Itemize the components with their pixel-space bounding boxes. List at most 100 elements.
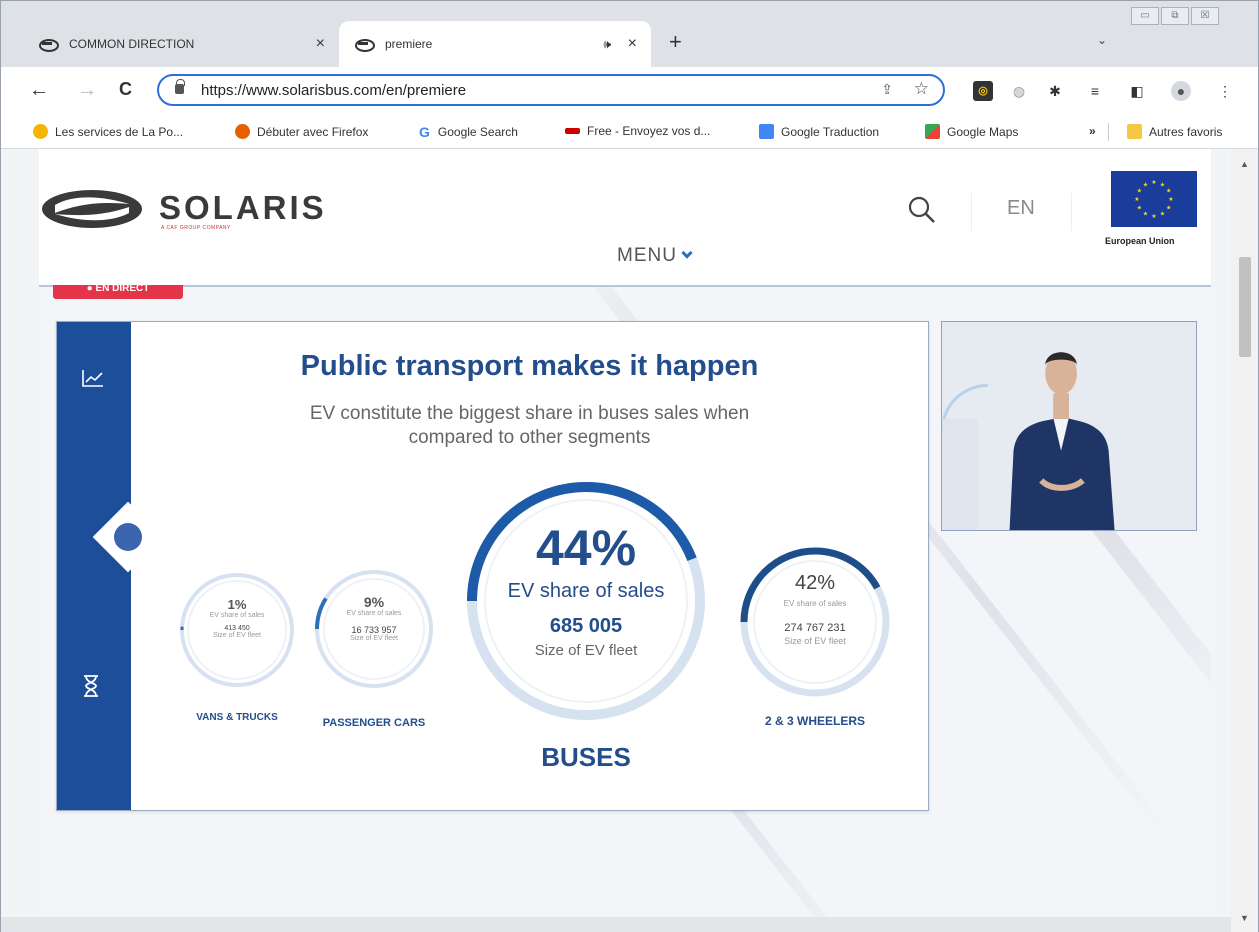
google-icon: G (419, 124, 430, 140)
segment-stats-vans: 1% EV share of sales 413 450 Size of EV … (179, 597, 295, 639)
bookmarks-overflow-button[interactable]: » (1089, 124, 1096, 138)
scrollbar-thumb[interactable] (1239, 257, 1251, 357)
lock-icon[interactable] (175, 79, 185, 94)
eu-flag-icon: ★★★★★★★★★ ★ ★★ (1111, 171, 1197, 227)
bookmarks-bar: Les services de La Po... Débuter avec Fi… (1, 115, 1258, 149)
profile-icon[interactable]: ● (1171, 81, 1191, 101)
laposte-icon (33, 124, 48, 139)
restore-button[interactable]: ⧉ (1161, 7, 1189, 25)
web-page: SOLARIS A CAF GROUP COMPANY EN ★ ★ ★ ★ ★ ★ ★ ★ ★… (39, 149, 1211, 917)
solaris-logo-icon[interactable] (41, 189, 143, 229)
tab-common-direction[interactable]: COMMON DIRECTION × (23, 21, 339, 67)
vertical-scrollbar[interactable]: ▲ ▼ (1231, 149, 1258, 932)
ev-fleet-label: Size of EV fleet (350, 635, 398, 642)
back-button[interactable]: ← (29, 79, 49, 102)
eu-star-icon: ★ (1151, 179, 1156, 186)
url-text[interactable]: https://www.solarisbus.com/en/premiere (201, 82, 466, 99)
folder-icon (1127, 124, 1142, 139)
category-passenger-cars: PASSENGER CARS (322, 717, 426, 729)
eu-star-icon: ★ (1134, 196, 1139, 203)
eu-star-icon: ★ (1137, 188, 1142, 195)
bookmark-item[interactable]: G Google Search (419, 124, 518, 140)
ev-share-label: EV share of sales (346, 610, 402, 617)
bookmark-item[interactable]: Google Maps (925, 124, 1018, 139)
eu-star-icon: ★ (1151, 213, 1156, 220)
minimize-button[interactable]: ▭ (1131, 7, 1159, 25)
close-window-button[interactable]: ☒ (1191, 7, 1219, 25)
language-selector[interactable]: EN (1007, 197, 1035, 220)
side-panel-icon[interactable]: ◧ (1127, 81, 1147, 101)
scroll-down-arrow-icon[interactable]: ▼ (1240, 913, 1249, 923)
segment-stats-wheelers: 42% EV share of sales 274 767 231 Size o… (737, 572, 893, 646)
solaris-favicon-icon (37, 39, 59, 52)
bookmark-item[interactable]: Google Traduction (759, 124, 879, 139)
forward-button[interactable]: → (77, 79, 97, 102)
address-bar[interactable]: https://www.solarisbus.com/en/premiere ⇪… (157, 74, 945, 106)
ev-share-label: EV share of sales (783, 599, 847, 608)
bookmark-label: Free - Envoyez vos d... (587, 124, 711, 138)
bookmark-label: Les services de La Po... (55, 124, 184, 139)
extension-icon[interactable]: ◎ (973, 81, 993, 101)
window-controls: ▭ ⧉ ☒ (1131, 7, 1221, 25)
ev-fleet-label: Size of EV fleet (534, 642, 638, 659)
slide-title: Public transport makes it happen (300, 350, 759, 382)
ev-fleet-label: Size of EV fleet (784, 636, 846, 646)
ev-share-label: EV share of sales (507, 580, 665, 602)
eu-star-icon: ★ (1137, 205, 1142, 212)
line-chart-icon (82, 370, 103, 387)
tab-close-icon[interactable]: × (628, 35, 637, 53)
ev-share-value: 1% (227, 597, 247, 612)
bookmark-item[interactable]: Free - Envoyez vos d... (565, 124, 710, 138)
bookmark-item[interactable]: Les services de La Po... (33, 124, 183, 139)
share-icon[interactable]: ⇪ (881, 81, 893, 98)
puzzle-icon[interactable]: ✱ (1045, 81, 1065, 101)
ev-fleet-value: 16 733 957 (351, 625, 397, 635)
menu-icon[interactable]: ⋮ (1215, 81, 1235, 101)
solaris-logo-text[interactable]: SOLARIS (159, 189, 327, 227)
firefox-icon (235, 124, 250, 139)
page-bottom-band (1, 917, 1231, 932)
category-buses: BUSES (541, 742, 631, 772)
presenter-video[interactable] (941, 321, 1197, 531)
google-maps-icon (925, 124, 940, 139)
page-viewport: SOLARIS A CAF GROUP COMPANY EN ★ ★ ★ ★ ★ ★ ★ ★ ★… (1, 149, 1258, 932)
tab-search-chevron-icon[interactable]: ⌄ (1097, 33, 1107, 47)
bookmark-item[interactable]: Débuter avec Firefox (235, 124, 368, 139)
browser-toolbar: ← → C https://www.solarisbus.com/en/prem… (1, 67, 1258, 115)
bookmark-star-icon[interactable]: ☆ (914, 79, 929, 99)
tab-close-icon[interactable]: × (316, 35, 325, 53)
menu-button[interactable]: MENU (617, 245, 693, 267)
eu-star-icon: ★ (1166, 205, 1171, 212)
bus-badge-icon (114, 523, 142, 551)
shield-icon[interactable]: ◍ (1009, 81, 1029, 101)
tab-title: premiere (385, 37, 433, 51)
new-tab-button[interactable]: + (669, 29, 682, 55)
slide-side-rail (57, 322, 131, 810)
tab-title: COMMON DIRECTION (69, 37, 195, 51)
ev-share-label: EV share of sales (209, 612, 265, 619)
presentation-slide: Public transport makes it happen EV cons… (56, 321, 929, 811)
ev-fleet-label: Size of EV fleet (213, 632, 261, 639)
search-icon[interactable] (907, 195, 937, 225)
hourglass-icon (84, 675, 98, 697)
reload-button[interactable]: C (119, 79, 132, 100)
segment-stats-cars: 9% EV share of sales 16 733 957 Size of … (313, 594, 435, 642)
other-bookmarks-folder[interactable]: Autres favoris (1127, 124, 1222, 139)
category-two-three-wheelers: 2 & 3 WHEELERS (764, 714, 866, 728)
ev-fleet-value: 685 005 (549, 615, 623, 637)
reading-list-icon[interactable]: ≡ (1085, 81, 1105, 101)
browser-window: COMMON DIRECTION × premiere 🕪 × + ⌄ ▭ ⧉ … (0, 0, 1259, 932)
tab-premiere[interactable]: premiere 🕪 × (339, 21, 651, 67)
header-divider (971, 193, 972, 231)
scroll-up-arrow-icon[interactable]: ▲ (1240, 159, 1249, 169)
ev-share-value: 44% (535, 520, 637, 576)
menu-label: MENU (617, 245, 677, 266)
bookmark-label: Google Maps (947, 124, 1019, 139)
audio-playing-icon[interactable]: 🕪 (603, 37, 611, 52)
bookmarks-separator (1108, 123, 1109, 141)
google-translate-icon (759, 124, 774, 139)
eu-star-icon: ★ (1160, 211, 1165, 218)
ev-share-value: 42% (794, 572, 836, 594)
ev-share-value: 9% (363, 594, 385, 610)
bookmark-label: Débuter avec Firefox (257, 124, 369, 139)
